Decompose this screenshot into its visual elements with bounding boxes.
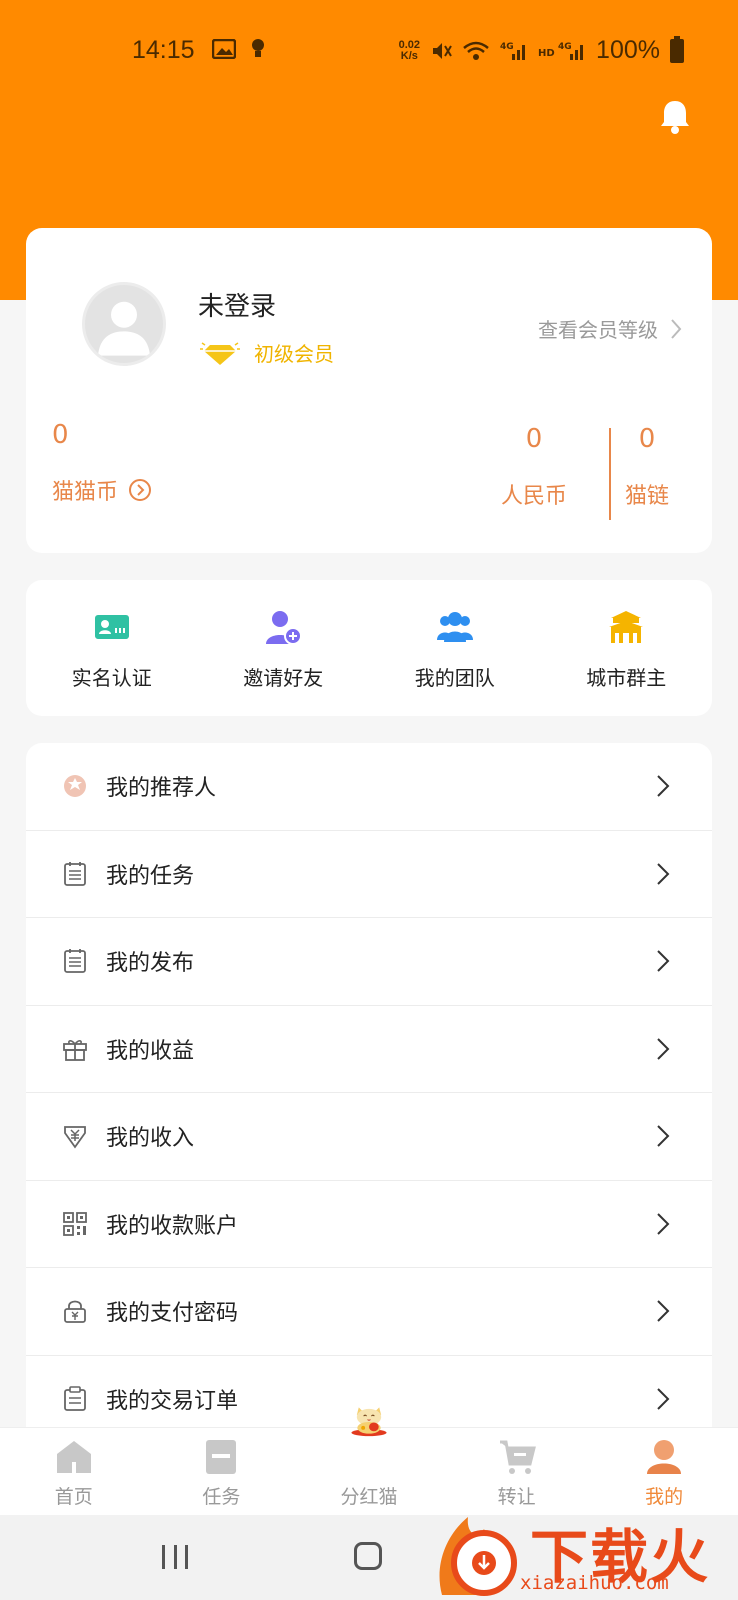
referrer-icon [64, 775, 86, 798]
home-icon [56, 1441, 91, 1473]
menu-item-label: 我的收款账户 [106, 1213, 239, 1239]
chevron-right-icon [657, 775, 670, 797]
lucky-cat-icon [351, 1407, 387, 1437]
view-member-level-link[interactable]: 查看会员等级 [538, 314, 682, 343]
gallery-icon [212, 39, 236, 59]
quick-action-label: 邀请好友 [243, 666, 324, 690]
qr-code-icon [63, 1211, 87, 1236]
status-time: 14:15 [132, 36, 195, 64]
coins-value: 0 [52, 420, 69, 450]
quick-action-verify[interactable]: 实名认证 [26, 580, 198, 716]
rmb-label: 人民币 [500, 484, 567, 509]
home-button[interactable] [354, 1542, 382, 1570]
menu-item-label: 我的任务 [106, 863, 195, 889]
chevron-right-icon [657, 950, 670, 972]
menu-item-publish[interactable]: 我的发布 [26, 918, 712, 1006]
stat-coins[interactable]: 0 猫猫币 [52, 420, 152, 506]
wifi-icon [463, 41, 489, 60]
svg-text:4G: 4G [558, 42, 572, 52]
bulb-icon [252, 39, 264, 57]
task-icon [206, 1440, 237, 1474]
quick-action-label: 我的团队 [414, 666, 495, 690]
profile-card: 未登录 初级会员 查看会员等级 0 猫猫币 0 人民币 0 猫链 [26, 228, 712, 553]
lock-icon [64, 1300, 86, 1324]
quick-action-invite[interactable]: 邀请好友 [198, 580, 370, 716]
tab-transfer[interactable]: 转让 [443, 1428, 591, 1515]
menu-item-tasks[interactable]: 我的任务 [26, 831, 712, 918]
chevron-right-icon [657, 1388, 670, 1410]
menu-item-label: 我的收入 [106, 1126, 195, 1152]
chevron-right-icon [657, 1300, 670, 1322]
publish-list-icon [64, 949, 86, 974]
menu-item-label: 我的支付密码 [106, 1301, 239, 1327]
menu-item-label: 我的收益 [106, 1038, 195, 1064]
default-avatar-icon [98, 301, 150, 356]
svg-text:4G: 4G [500, 42, 514, 52]
signal-hd-4g-icon: HD4G [538, 42, 584, 60]
add-user-icon [266, 611, 303, 645]
diamond-icon [200, 341, 240, 365]
battery-icon [670, 35, 684, 63]
chevron-right-icon [657, 1038, 670, 1060]
member-level-label: 初级会员 [254, 342, 334, 366]
quick-action-team[interactable]: 我的团队 [369, 580, 541, 716]
stat-chain[interactable]: 0 猫链 [622, 424, 672, 510]
rmb-value: 0 [525, 424, 543, 454]
tab-label: 分红猫 [340, 1486, 398, 1508]
quick-action-label: 实名认证 [71, 666, 152, 690]
tab-label: 任务 [202, 1486, 241, 1508]
quick-actions-card: 实名认证 邀请好友 我的团队 城市群主 [26, 580, 712, 716]
menu-list: 我的推荐人 我的任务 我的发布 我的收益 我的收入 我的收款账户 我的支付密码 … [26, 743, 712, 1443]
signal-4g-icon: 4G [500, 42, 526, 60]
menu-item-income[interactable]: 我的收入 [26, 1093, 712, 1181]
team-icon [436, 612, 473, 642]
chain-label: 猫链 [624, 484, 669, 509]
recent-apps-button[interactable] [162, 1545, 188, 1569]
stat-rmb[interactable]: 0 人民币 [498, 424, 570, 510]
profile-icon [647, 1440, 682, 1474]
quick-action-city-owner[interactable]: 城市群主 [541, 580, 713, 716]
menu-item-label: 我的推荐人 [106, 776, 217, 802]
view-level-label: 查看会员等级 [538, 318, 658, 342]
tab-mine[interactable]: 我的 [590, 1428, 738, 1515]
username[interactable]: 未登录 [198, 286, 276, 323]
chevron-right-icon [671, 318, 682, 339]
chevron-right-icon [657, 863, 670, 885]
quick-action-label: 城市群主 [586, 666, 667, 690]
avatar[interactable] [82, 282, 166, 366]
net-speed-value: 0.02 [398, 38, 421, 51]
gift-icon [63, 1039, 87, 1061]
circle-arrow-icon [129, 479, 152, 501]
bottom-tab-bar: 首页 任务 分红猫 转让 我的 [0, 1407, 738, 1515]
menu-item-referrer[interactable]: 我的推荐人 [26, 743, 712, 831]
city-gate-icon [609, 611, 644, 643]
status-bar: 14:15 0.02 K/s 4G HD 4G 100% [0, 30, 738, 70]
watermark-url: xiazaihuo.com [520, 1572, 669, 1594]
tab-dividend-cat[interactable]: 分红猫 [295, 1407, 443, 1515]
menu-item-earnings[interactable]: 我的收益 [26, 1006, 712, 1093]
tab-tasks[interactable]: 任务 [148, 1428, 296, 1515]
id-card-icon [94, 615, 129, 639]
net-speed-unit: K/s [400, 49, 418, 62]
menu-item-label: 我的发布 [106, 951, 195, 977]
bell-icon[interactable] [658, 98, 692, 134]
stat-divider [609, 428, 611, 520]
clipboard-icon [64, 1386, 86, 1412]
chevron-right-icon [657, 1125, 670, 1147]
menu-item-payment-password[interactable]: 我的支付密码 [26, 1268, 712, 1356]
chevron-right-icon [657, 1213, 670, 1235]
chain-value: 0 [638, 424, 656, 454]
coins-label: 猫猫币 [52, 480, 119, 505]
tab-home[interactable]: 首页 [0, 1428, 148, 1515]
mute-icon [433, 42, 452, 59]
yuan-shield-icon [64, 1126, 86, 1149]
menu-item-payee-account[interactable]: 我的收款账户 [26, 1181, 712, 1268]
member-level: 初级会员 [198, 338, 334, 367]
svg-text:HD: HD [538, 48, 555, 59]
tab-label: 首页 [54, 1486, 93, 1508]
task-list-icon [64, 861, 86, 886]
battery-percent: 100% [596, 36, 660, 64]
cart-icon [499, 1440, 536, 1474]
